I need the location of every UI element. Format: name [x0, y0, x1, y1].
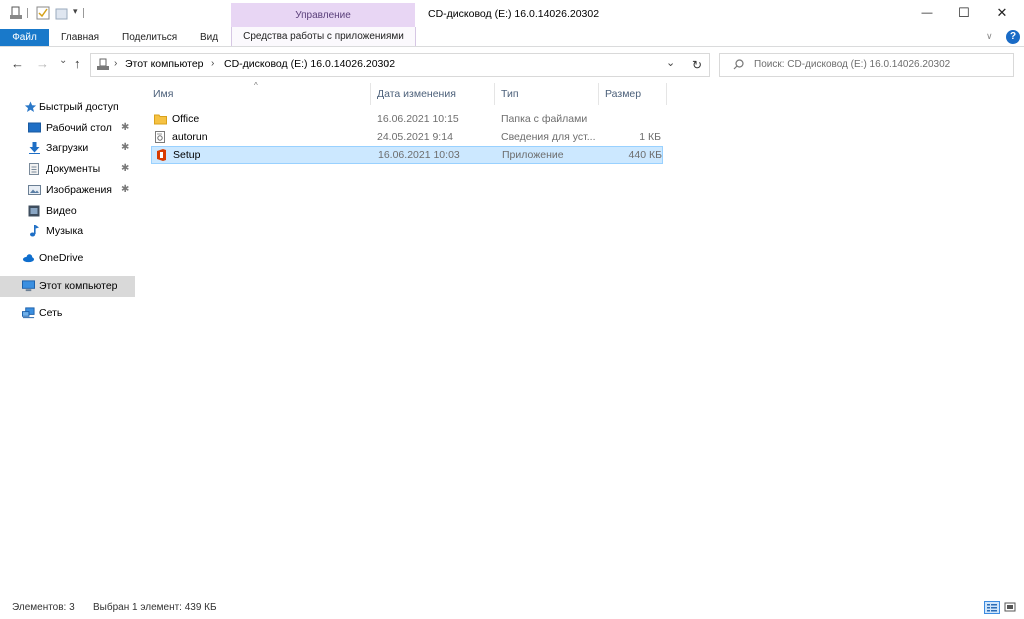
- recent-locations-button[interactable]: ⌄: [59, 55, 67, 66]
- details-view-icon[interactable]: [984, 601, 1000, 614]
- sidebar-item-label: Музыка: [46, 225, 84, 237]
- close-button[interactable]: ✕: [983, 0, 1021, 26]
- item-count: Элементов: 3: [12, 602, 75, 613]
- sidebar-item-desktop[interactable]: Рабочий стол ✱: [0, 118, 135, 138]
- sidebar-item-onedrive[interactable]: OneDrive: [0, 248, 135, 268]
- table-row[interactable]: autorun 24.05.2021 9:14 Сведения для уст…: [151, 129, 663, 146]
- sidebar-item-documents[interactable]: Документы ✱: [0, 159, 135, 179]
- settings-file-icon: [155, 131, 165, 143]
- table-row[interactable]: Setup 16.06.2021 10:03 Приложение 440 КБ: [151, 146, 663, 164]
- minimize-button[interactable]: —: [908, 0, 946, 26]
- customize-arrow-icon[interactable]: ▾: [73, 6, 78, 17]
- sidebar-item-pictures[interactable]: Изображения ✱: [0, 180, 135, 200]
- search-box[interactable]: [719, 53, 1014, 77]
- tab-application-tools[interactable]: Средства работы с приложениями: [231, 27, 416, 46]
- address-dropdown-icon[interactable]: ⌄: [666, 56, 675, 69]
- sidebar-item-label: Сеть: [39, 307, 63, 319]
- pin-icon[interactable]: ✱: [121, 184, 129, 195]
- download-icon: [29, 142, 40, 154]
- context-header: Управление: [231, 3, 415, 27]
- new-folder-icon[interactable]: [55, 6, 69, 20]
- file-size: 440 КБ: [628, 149, 662, 161]
- properties-icon[interactable]: [9, 6, 23, 20]
- music-icon: [30, 225, 39, 237]
- tab-share[interactable]: Поделиться: [122, 29, 177, 46]
- maximize-button[interactable]: ☐: [945, 0, 983, 26]
- help-icon[interactable]: ?: [1006, 30, 1020, 44]
- pin-icon[interactable]: ✱: [121, 163, 129, 174]
- column-header-date[interactable]: Дата изменения: [377, 88, 456, 100]
- selection-info: Выбран 1 элемент: 439 КБ: [93, 602, 217, 613]
- breadcrumb-this-pc[interactable]: Этот компьютер: [125, 58, 204, 70]
- column-header-size[interactable]: Размер: [605, 88, 641, 100]
- sidebar-item-label: Рабочий стол: [46, 122, 112, 134]
- back-button[interactable]: ←: [11, 56, 24, 71]
- sidebar-item-label: Документы: [46, 163, 101, 175]
- sidebar-item-label: Изображения: [46, 184, 112, 196]
- column-header-name[interactable]: Имя: [153, 88, 173, 100]
- folder-icon: [154, 114, 167, 125]
- search-icon: [733, 59, 744, 70]
- checkmark-icon[interactable]: [36, 6, 50, 20]
- pin-icon[interactable]: ✱: [121, 122, 129, 133]
- tab-file[interactable]: Файл: [0, 29, 49, 46]
- breadcrumb-separator[interactable]: ›: [386, 58, 389, 69]
- cloud-icon: [22, 254, 35, 263]
- sidebar-item-music[interactable]: Музыка: [0, 221, 135, 241]
- file-name: Setup: [173, 149, 201, 161]
- breadcrumb-separator[interactable]: ›: [211, 58, 214, 69]
- sidebar-item-label: Загрузки: [46, 142, 89, 154]
- sidebar-item-label: OneDrive: [39, 252, 84, 264]
- file-date: 16.06.2021 10:15: [377, 113, 459, 125]
- search-input[interactable]: [754, 54, 1008, 74]
- sidebar-item-label: Видео: [46, 205, 77, 217]
- file-size: 1 КБ: [639, 131, 661, 143]
- network-icon: [22, 307, 35, 319]
- file-name: autorun: [172, 131, 208, 143]
- title-bar: ▾ Управление CD-дисковод (E:) 16.0.14026…: [0, 0, 1024, 29]
- sidebar-item-network[interactable]: Сеть: [0, 303, 135, 323]
- table-row[interactable]: Office 16.06.2021 10:15 Папка с файлами: [151, 111, 663, 128]
- sidebar-item-label: Этот компьютер: [39, 280, 118, 292]
- breadcrumb-cd-drive[interactable]: CD-дисковод (E:) 16.0.14026.20302: [224, 58, 395, 70]
- office-icon: [157, 149, 166, 161]
- window-title: CD-дисковод (E:) 16.0.14026.20302: [428, 8, 600, 20]
- column-header-type[interactable]: Тип: [501, 88, 519, 100]
- address-bar[interactable]: › Этот компьютер › CD-дисковод (E:) 16.0…: [90, 53, 687, 77]
- sidebar-item-label: Быстрый доступ: [39, 101, 119, 113]
- pictures-icon: [28, 185, 41, 195]
- expand-ribbon-icon[interactable]: ∨: [986, 31, 993, 42]
- file-date: 24.05.2021 9:14: [377, 131, 453, 143]
- breadcrumb-separator: ›: [114, 58, 118, 69]
- navigation-pane: Быстрый доступ Рабочий стол ✱ Загрузки ✱…: [0, 97, 140, 337]
- up-button[interactable]: ↑: [74, 56, 81, 71]
- file-type: Сведения для уст...: [501, 131, 596, 143]
- tab-view[interactable]: Вид: [200, 29, 218, 46]
- large-icons-view-icon[interactable]: [1003, 601, 1019, 614]
- forward-button[interactable]: →: [36, 56, 49, 71]
- sidebar-item-quick-access[interactable]: Быстрый доступ: [0, 97, 135, 117]
- sidebar-item-this-pc[interactable]: Этот компьютер: [0, 276, 135, 297]
- sidebar-item-downloads[interactable]: Загрузки ✱: [0, 138, 135, 158]
- status-bar: Элементов: 3 Выбран 1 элемент: 439 КБ: [0, 596, 1024, 619]
- file-type: Приложение: [502, 149, 564, 161]
- documents-icon: [29, 163, 39, 175]
- file-date: 16.06.2021 10:03: [378, 149, 460, 161]
- pin-icon[interactable]: ✱: [121, 142, 129, 153]
- star-icon: [24, 101, 37, 112]
- computer-drive-icon: [97, 58, 109, 70]
- file-type: Папка с файлами: [501, 113, 588, 125]
- ribbon-tabs: Файл Главная Поделиться Вид Средства раб…: [0, 27, 1024, 47]
- file-name: Office: [172, 113, 200, 125]
- sort-ascending-icon: ^: [254, 81, 258, 90]
- address-row: ← → ⌄ ↑ › Этот компьютер › CD-дисковод (…: [0, 47, 1024, 83]
- computer-icon: [22, 280, 35, 292]
- refresh-button[interactable]: ↻: [685, 53, 710, 77]
- sidebar-item-videos[interactable]: Видео: [0, 201, 135, 221]
- video-icon: [28, 205, 40, 217]
- tab-home[interactable]: Главная: [61, 29, 99, 46]
- desktop-icon: [28, 122, 41, 133]
